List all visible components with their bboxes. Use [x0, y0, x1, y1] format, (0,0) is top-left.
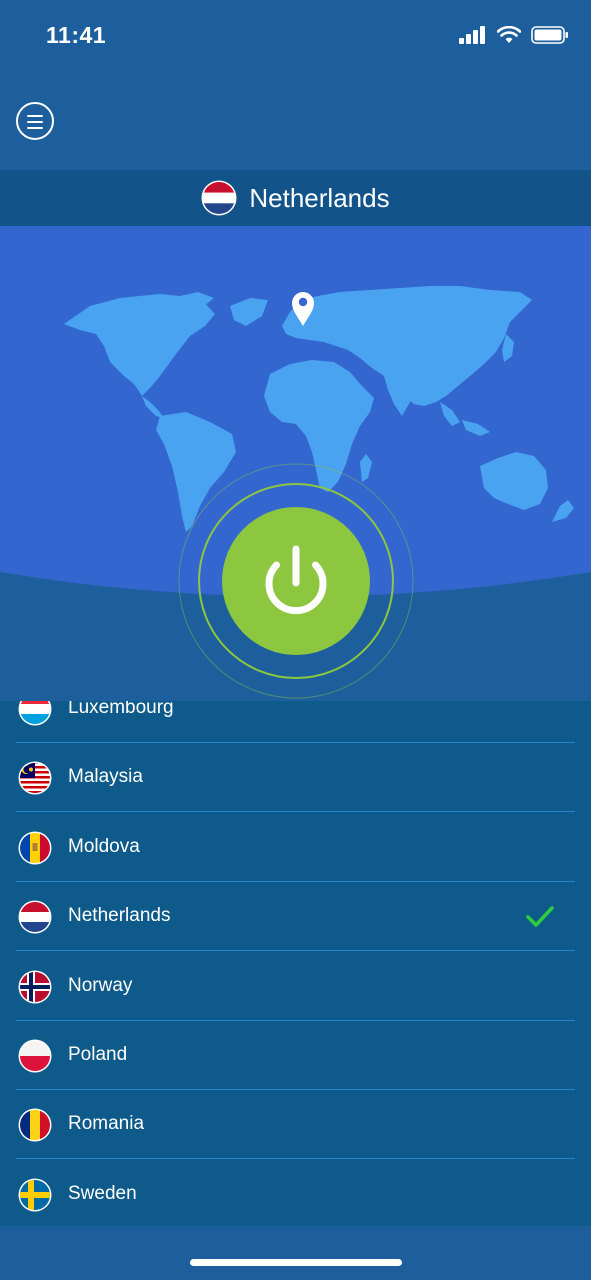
power-button-graphic: [178, 463, 414, 699]
netherlands-flag-icon: [201, 180, 237, 216]
status-bar: 11:41: [0, 0, 591, 70]
bottom-bar: [0, 1226, 591, 1280]
selected-country-name: Netherlands: [249, 182, 390, 213]
sweden-flag-icon: [18, 1178, 52, 1212]
battery-icon: [531, 26, 568, 44]
malaysia-flag-icon: [18, 761, 52, 795]
wifi-icon: [497, 26, 521, 43]
status-time: 11:41: [46, 22, 107, 48]
luxembourg-flag-icon: [18, 701, 52, 726]
country-list[interactable]: Luxembourg Malaysia Moldova Netherlands Norw…: [0, 701, 591, 1226]
country-label: Malaysia: [68, 766, 143, 788]
country-item-sweden[interactable]: Sweden: [16, 1160, 575, 1226]
country-label: Poland: [68, 1044, 128, 1065]
romania-flag-icon: [18, 1108, 52, 1142]
country-label: Moldova: [68, 835, 140, 857]
country-item-romania[interactable]: Romania: [16, 1090, 575, 1160]
country-item-malaysia[interactable]: Malaysia: [16, 743, 575, 813]
norway-flag-icon: [18, 970, 52, 1004]
poland-flag-icon: [18, 1039, 52, 1073]
country-item-netherlands[interactable]: Netherlands: [16, 882, 575, 952]
status-icons: [459, 26, 569, 44]
hamburger-menu-icon: [27, 115, 43, 117]
netherlands-flag-icon: [18, 900, 52, 934]
connect-power-button[interactable]: [178, 463, 414, 699]
country-label: Norway: [68, 974, 133, 996]
country-label: Romania: [68, 1113, 145, 1135]
country-item-norway[interactable]: Norway: [16, 952, 575, 1021]
home-indicator[interactable]: [190, 1259, 402, 1266]
moldova-flag-icon: [18, 831, 52, 865]
country-item-luxembourg[interactable]: Luxembourg: [16, 701, 575, 743]
signal-icon: [459, 26, 485, 44]
country-label: Luxembourg: [68, 701, 174, 718]
menu-button[interactable]: [16, 102, 54, 140]
checkmark-icon: [525, 904, 555, 930]
country-label: Sweden: [68, 1182, 137, 1204]
country-item-moldova[interactable]: Moldova: [16, 813, 575, 882]
country-item-poland[interactable]: Poland: [16, 1021, 575, 1090]
app-header: [0, 70, 591, 170]
country-label: Netherlands: [68, 905, 171, 927]
selected-country-bar[interactable]: Netherlands: [0, 170, 591, 226]
